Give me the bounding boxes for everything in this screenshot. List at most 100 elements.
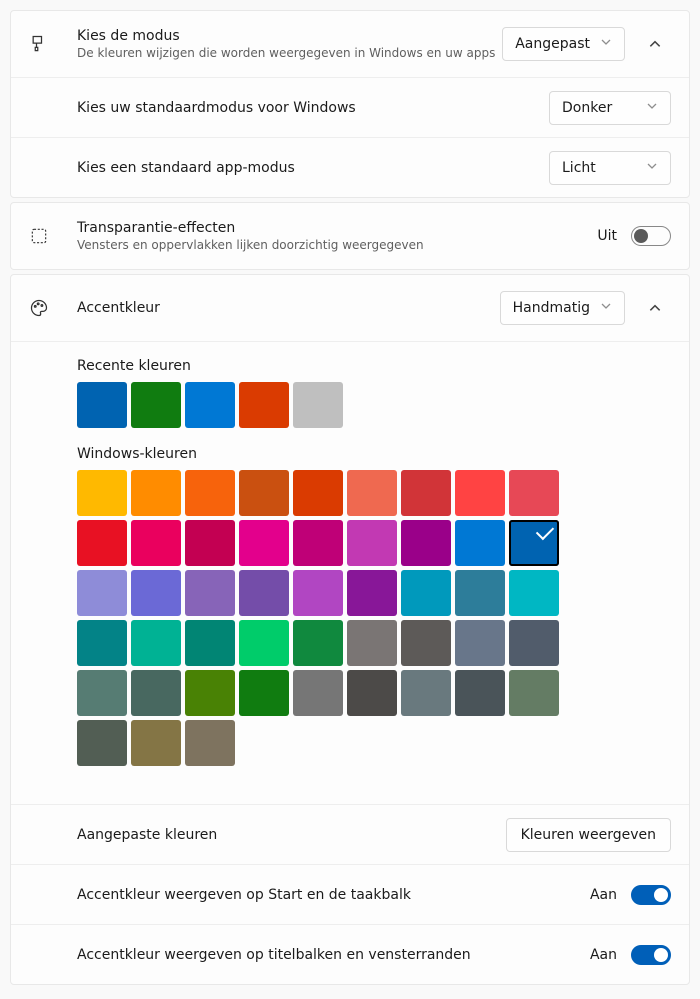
mode-collapse-button[interactable] xyxy=(639,28,671,60)
color-swatch[interactable] xyxy=(239,620,289,666)
chevron-down-icon xyxy=(646,160,658,176)
color-swatch[interactable] xyxy=(293,620,343,666)
color-swatch[interactable] xyxy=(239,382,289,428)
accent-card: Accentkleur Handmatig Recente kleuren Wi… xyxy=(10,274,690,985)
windows-mode-label: Kies uw standaardmodus voor Windows xyxy=(77,100,356,116)
color-swatch[interactable] xyxy=(131,720,181,766)
color-swatch[interactable] xyxy=(401,520,451,566)
color-swatch[interactable] xyxy=(185,520,235,566)
accent-titlebar-status: Aan xyxy=(590,947,617,963)
color-swatch[interactable] xyxy=(131,470,181,516)
transparency-status: Uit xyxy=(597,228,617,244)
color-swatch[interactable] xyxy=(131,670,181,716)
color-swatch[interactable] xyxy=(347,470,397,516)
color-swatch[interactable] xyxy=(77,720,127,766)
color-swatch[interactable] xyxy=(293,382,343,428)
transparency-title: Transparantie-effecten xyxy=(77,220,597,236)
color-swatch[interactable] xyxy=(131,620,181,666)
color-swatch[interactable] xyxy=(185,670,235,716)
color-swatch[interactable] xyxy=(77,382,127,428)
color-swatch[interactable] xyxy=(185,470,235,516)
color-swatch[interactable] xyxy=(455,520,505,566)
accent-select-value: Handmatig xyxy=(513,300,590,316)
mode-header-row[interactable]: Kies de modus De kleuren wijzigen die wo… xyxy=(11,11,689,77)
accent-start-taskbar-row: Accentkleur weergeven op Start en de taa… xyxy=(11,864,689,924)
color-swatch[interactable] xyxy=(455,570,505,616)
chevron-down-icon xyxy=(600,36,612,52)
color-swatch[interactable] xyxy=(455,670,505,716)
recent-swatches xyxy=(77,382,671,428)
color-swatch[interactable] xyxy=(185,570,235,616)
color-swatch[interactable] xyxy=(401,470,451,516)
color-swatch[interactable] xyxy=(509,520,559,566)
color-swatch[interactable] xyxy=(347,670,397,716)
windows-mode-select[interactable]: Donker xyxy=(549,91,671,125)
color-swatch[interactable] xyxy=(293,670,343,716)
color-swatch[interactable] xyxy=(239,470,289,516)
recent-colors-label: Recente kleuren xyxy=(77,358,671,374)
windows-mode-row: Kies uw standaardmodus voor Windows Donk… xyxy=(11,77,689,137)
chevron-up-icon xyxy=(648,301,662,315)
show-colors-button[interactable]: Kleuren weergeven xyxy=(506,818,671,852)
color-swatch[interactable] xyxy=(347,620,397,666)
color-swatch[interactable] xyxy=(401,670,451,716)
color-swatch[interactable] xyxy=(455,470,505,516)
color-swatch[interactable] xyxy=(131,382,181,428)
color-swatch[interactable] xyxy=(77,620,127,666)
transparency-icon xyxy=(29,226,77,246)
color-swatch[interactable] xyxy=(239,570,289,616)
accent-collapse-button[interactable] xyxy=(639,292,671,324)
mode-select[interactable]: Aangepast xyxy=(502,27,625,61)
mode-subtitle: De kleuren wijzigen die worden weergegev… xyxy=(77,46,502,60)
chevron-down-icon xyxy=(600,300,612,316)
accent-titlebar-toggle[interactable] xyxy=(631,945,671,965)
color-swatch[interactable] xyxy=(77,570,127,616)
color-swatch[interactable] xyxy=(401,620,451,666)
color-swatch[interactable] xyxy=(185,382,235,428)
show-colors-label: Kleuren weergeven xyxy=(521,827,656,843)
color-swatch[interactable] xyxy=(455,620,505,666)
color-swatch[interactable] xyxy=(509,670,559,716)
color-swatch[interactable] xyxy=(185,720,235,766)
color-swatch[interactable] xyxy=(293,470,343,516)
chevron-down-icon xyxy=(646,100,658,116)
color-swatch[interactable] xyxy=(239,670,289,716)
color-swatch[interactable] xyxy=(509,470,559,516)
color-swatch[interactable] xyxy=(77,520,127,566)
app-mode-row: Kies een standaard app-modus Licht xyxy=(11,137,689,197)
custom-colors-title: Aangepaste kleuren xyxy=(77,827,217,843)
color-swatch[interactable] xyxy=(131,570,181,616)
color-swatch[interactable] xyxy=(401,570,451,616)
color-swatch[interactable] xyxy=(293,570,343,616)
color-swatch[interactable] xyxy=(239,520,289,566)
accent-titlebar-title: Accentkleur weergeven op titelbalken en … xyxy=(77,947,471,963)
color-swatch[interactable] xyxy=(347,570,397,616)
app-mode-select[interactable]: Licht xyxy=(549,151,671,185)
transparency-card: Transparantie-effecten Vensters en opper… xyxy=(10,202,690,270)
color-swatch[interactable] xyxy=(185,620,235,666)
color-swatch[interactable] xyxy=(131,520,181,566)
accent-select[interactable]: Handmatig xyxy=(500,291,625,325)
accent-start-taskbar-title: Accentkleur weergeven op Start en de taa… xyxy=(77,887,411,903)
accent-start-taskbar-toggle[interactable] xyxy=(631,885,671,905)
app-mode-label: Kies een standaard app-modus xyxy=(77,160,295,176)
accent-title: Accentkleur xyxy=(77,300,500,316)
color-swatch[interactable] xyxy=(293,520,343,566)
accent-body: Recente kleuren Windows-kleuren xyxy=(11,341,689,804)
transparency-toggle[interactable] xyxy=(631,226,671,246)
mode-card: Kies de modus De kleuren wijzigen die wo… xyxy=(10,10,690,198)
mode-title: Kies de modus xyxy=(77,28,502,44)
color-swatch[interactable] xyxy=(509,570,559,616)
accent-titlebar-row: Accentkleur weergeven op titelbalken en … xyxy=(11,924,689,984)
app-mode-value: Licht xyxy=(562,160,596,176)
accent-start-taskbar-status: Aan xyxy=(590,887,617,903)
chevron-up-icon xyxy=(648,37,662,51)
color-swatch[interactable] xyxy=(77,670,127,716)
color-swatch[interactable] xyxy=(509,620,559,666)
windows-swatches xyxy=(77,470,561,766)
transparency-row[interactable]: Transparantie-effecten Vensters en opper… xyxy=(11,203,689,269)
color-swatch[interactable] xyxy=(77,470,127,516)
color-swatch[interactable] xyxy=(347,520,397,566)
accent-header-row[interactable]: Accentkleur Handmatig xyxy=(11,275,689,341)
windows-colors-label: Windows-kleuren xyxy=(77,446,671,462)
